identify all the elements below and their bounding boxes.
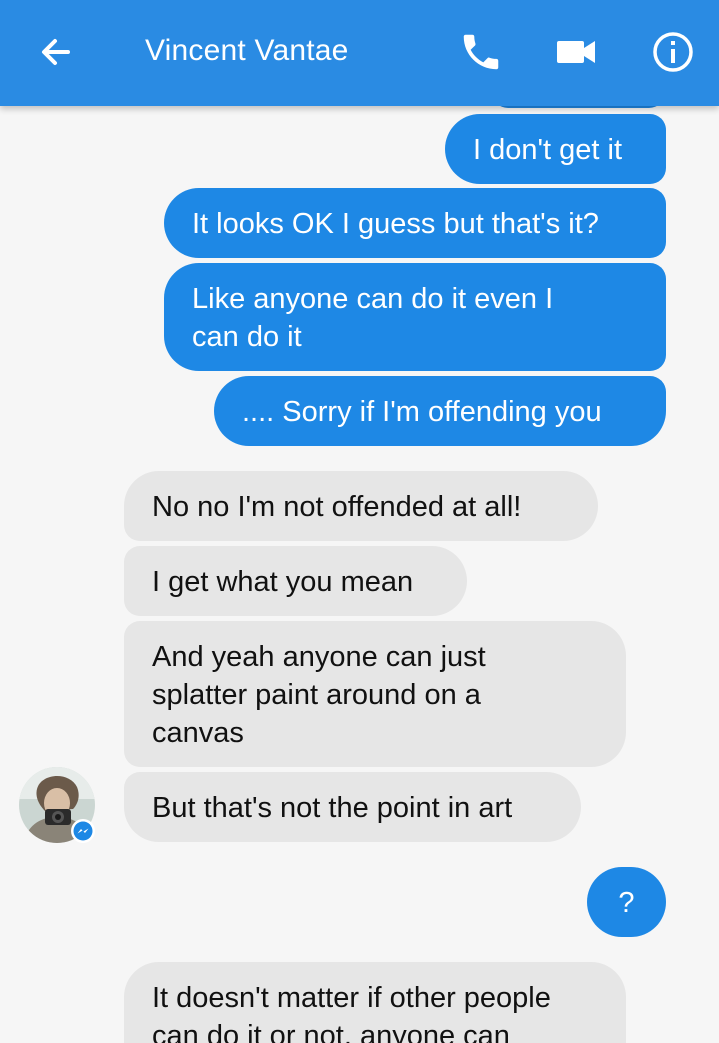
message-bubble-outgoing[interactable]: It looks OK I guess but that's it? <box>164 188 666 258</box>
message-bubble-incoming[interactable]: No no I'm not offended at all! <box>124 471 598 541</box>
contact-avatar[interactable] <box>19 767 97 845</box>
message-bubble-outgoing[interactable]: I don't get it <box>445 114 666 184</box>
arrow-left-icon[interactable] <box>34 30 78 74</box>
conversation-header: Vincent Vantae <box>0 0 719 106</box>
info-icon[interactable] <box>650 29 696 75</box>
message-bubble-outgoing[interactable]: .... Sorry if I'm offending you <box>214 376 666 446</box>
phone-icon[interactable] <box>458 29 504 75</box>
message-bubble-partial <box>492 106 665 108</box>
message-bubble-incoming[interactable]: It doesn't matter if other people can do… <box>124 962 626 1043</box>
message-bubble-incoming[interactable]: And yeah anyone can just splatter paint … <box>124 621 626 767</box>
message-bubble-incoming[interactable]: I get what you mean <box>124 546 467 616</box>
message-bubble-outgoing[interactable]: Like anyone can do it even I can do it <box>164 263 666 371</box>
message-bubble-incoming[interactable]: But that's not the point in art <box>124 772 581 842</box>
message-bubble-outgoing[interactable]: ? <box>587 867 666 937</box>
message-list[interactable]: I don't get it It looks OK I guess but t… <box>0 106 719 1043</box>
contact-name[interactable]: Vincent Vantae <box>145 34 349 68</box>
video-camera-icon[interactable] <box>553 29 599 75</box>
